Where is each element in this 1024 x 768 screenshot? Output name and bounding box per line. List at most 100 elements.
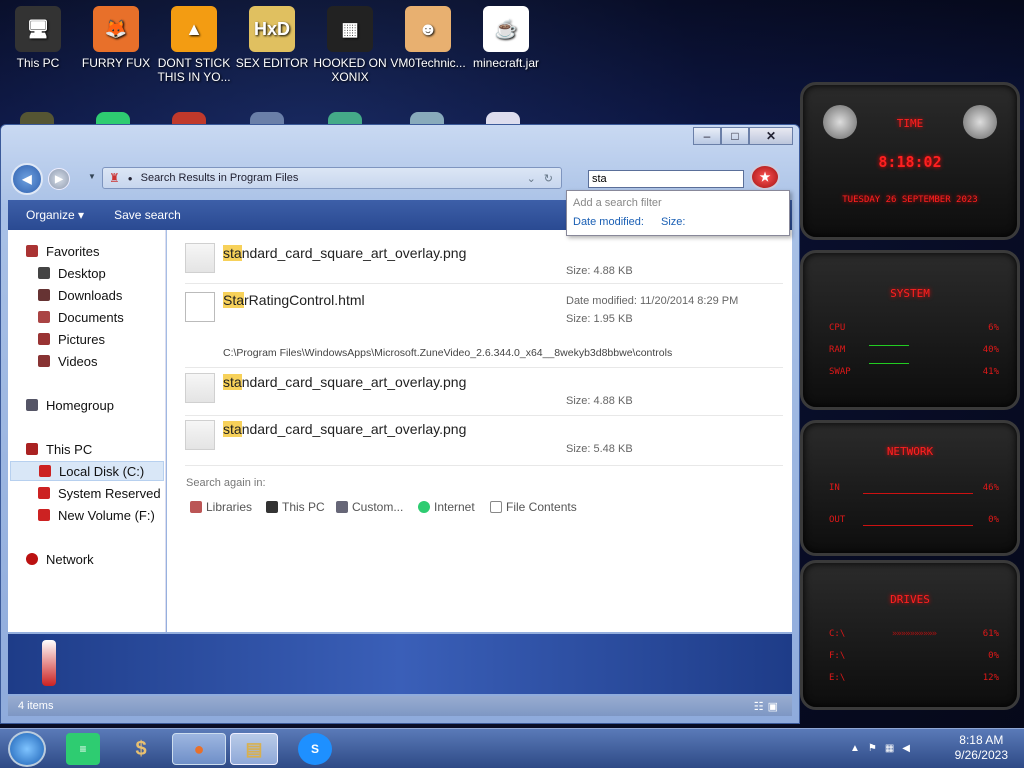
match-highlight: sta: [223, 245, 242, 261]
png-file-icon: [185, 420, 215, 450]
result-row[interactable]: standard_card_square_art_overlay.png Siz…: [185, 416, 783, 466]
hxd-icon: HxD: [249, 6, 295, 52]
ram-label: RAM: [829, 345, 846, 355]
taskbar-explorer-icon[interactable]: ▤: [230, 733, 278, 765]
png-file-icon: [185, 373, 215, 403]
view-toggle-icon[interactable]: ☷▣: [754, 700, 782, 713]
network-gadget: NETWORK IN 46% OUT 0%: [800, 420, 1020, 556]
this-pc-icon: [266, 501, 278, 513]
desktop-shortcut[interactable]: ▦ HOOKED ON XONIX: [312, 6, 388, 84]
details-pane: [8, 634, 792, 694]
nav-favorites[interactable]: Favorites: [26, 241, 184, 261]
clock-display: 8:18:02: [878, 153, 942, 171]
skype-icon[interactable]: S: [298, 733, 332, 765]
navigation-pane: Favorites Desktop Downloads Documents Pi…: [8, 230, 166, 632]
gadget-title: TIME: [896, 117, 924, 130]
nav-label: This PC: [46, 441, 93, 457]
search-input[interactable]: sta: [588, 170, 744, 188]
drive-icon: [38, 509, 50, 521]
status-bar: 4 items ☷▣: [8, 696, 792, 716]
taskbar: ≡ $ ● ▤ S ▲⚑▦◀ 8:18 AM 9/26/2023: [0, 728, 1024, 768]
drive-c-value: 61%: [982, 629, 999, 639]
search-button-icon[interactable]: ★: [750, 164, 780, 190]
nav-label: Videos: [58, 353, 98, 369]
organize-menu[interactable]: Organize ▾: [26, 208, 84, 222]
recent-pages-icon[interactable]: ▼: [88, 172, 96, 181]
shortcut-label: minecraft.jar: [472, 56, 540, 70]
filter-date-modified[interactable]: Date modified:: [573, 216, 644, 228]
desktop-shortcut[interactable]: 🖥 This PC: [0, 6, 76, 70]
system-clock[interactable]: 8:18 AM 9/26/2023: [955, 733, 1008, 763]
pictures-icon: [38, 333, 50, 345]
file-size: Size: 1.95 KB: [566, 313, 633, 325]
folder-glyph-icon: ▤: [245, 738, 263, 759]
date-display: TUESDAY 26 SEPTEMBER 2023: [842, 195, 978, 205]
java-icon: ☕: [483, 6, 529, 52]
nav-label: System Reserved: [58, 485, 161, 501]
refresh-icon[interactable]: ↻: [544, 172, 553, 185]
results-pane: standard_card_square_art_overlay.png Siz…: [167, 230, 792, 632]
homegroup-icon: [26, 399, 38, 411]
shortcut-label: This PC: [16, 56, 60, 70]
result-row[interactable]: StarRatingControl.html Date modified: 11…: [185, 284, 783, 368]
network-icon: [26, 553, 38, 565]
nav-label: Documents: [58, 309, 124, 325]
forward-button[interactable]: ▶: [48, 168, 70, 190]
drive-e-value: 12%: [982, 673, 999, 683]
search-again-this-pc[interactable]: This PC: [266, 500, 325, 514]
search-again-libraries[interactable]: Libraries: [190, 500, 252, 514]
drive-f-value: 0%: [988, 651, 999, 661]
custom-folder-icon: [336, 501, 348, 513]
desktop-shortcut[interactable]: 🦊 FURRY FUX: [78, 6, 154, 70]
address-text: Search Results in Program Files: [140, 172, 299, 184]
desktop-shortcut[interactable]: ▲ DONT STICK THIS IN YO...: [156, 6, 232, 84]
close-button[interactable]: ✕: [749, 127, 793, 145]
nav-network[interactable]: Network: [26, 549, 184, 569]
file-path: C:\Program Files\WindowsApps\Microsoft.Z…: [223, 347, 673, 359]
out-graph: [863, 525, 973, 526]
nav-local-disk[interactable]: Local Disk (C:): [10, 461, 164, 481]
back-button[interactable]: ◀: [11, 163, 43, 195]
maximize-button[interactable]: □: [721, 127, 749, 145]
swap-label: SWAP: [829, 367, 851, 377]
drive-icon: [38, 487, 50, 499]
sheets-icon[interactable]: ≡: [66, 733, 100, 765]
taskbar-firefox-icon[interactable]: ●: [172, 733, 226, 765]
png-file-icon: [185, 243, 215, 273]
search-again-custom[interactable]: Custom...: [336, 500, 403, 514]
loc-label: Libraries: [206, 500, 253, 514]
file-name: standard_card_square_art_overlay.png: [223, 374, 466, 390]
start-button-icon[interactable]: [8, 731, 46, 767]
desktop-shortcut[interactable]: ☕ minecraft.jar: [468, 6, 544, 70]
caption-buttons: – □ ✕: [693, 127, 793, 145]
vmware-person-icon: ☻: [405, 6, 451, 52]
drives-gadget: DRIVES C:\ »»»»»»»»»» 61% F:\ 0% E:\ 12%: [800, 560, 1020, 710]
file-name: StarRatingControl.html: [223, 292, 365, 308]
libraries-icon: [190, 501, 202, 513]
search-again-label: Search again in:: [186, 477, 266, 489]
shortcut-label: DONT STICK THIS IN YO...: [157, 56, 231, 84]
money-bag-icon[interactable]: $: [124, 733, 158, 765]
documents-icon: [38, 311, 50, 323]
result-row[interactable]: standard_card_square_art_overlay.png Siz…: [185, 368, 783, 416]
tray-icons[interactable]: ▲⚑▦◀: [850, 743, 918, 754]
nav-homegroup[interactable]: Homegroup: [26, 395, 184, 415]
search-again-internet[interactable]: Internet: [418, 500, 475, 514]
drive-c-label: C:\: [829, 629, 846, 639]
file-name-rest: ndard_card_square_art_overlay.png: [241, 374, 467, 390]
nav-label: Pictures: [58, 331, 105, 347]
filter-size[interactable]: Size:: [661, 216, 685, 228]
save-search-button[interactable]: Save search: [114, 208, 181, 222]
desktop-shortcut[interactable]: HxD SEX EDITOR: [234, 6, 310, 70]
search-again-file-contents[interactable]: File Contents: [490, 500, 577, 514]
result-row[interactable]: standard_card_square_art_overlay.png Siz…: [185, 236, 783, 284]
nav-this-pc[interactable]: This PC: [26, 439, 184, 459]
address-dropdown-icon[interactable]: ⌄: [527, 172, 536, 185]
desktop-shortcut[interactable]: ☻ VM0Technic...: [390, 6, 466, 70]
firefox-glyph-icon: ●: [193, 738, 205, 759]
shortcut-label: VM0Technic...: [390, 56, 466, 70]
swap-graph: [869, 363, 909, 364]
desktop-icon: [38, 267, 50, 279]
minimize-button[interactable]: –: [693, 127, 721, 145]
address-bar[interactable]: ♜ ● Search Results in Program Files ⌄ ↻: [102, 167, 562, 189]
